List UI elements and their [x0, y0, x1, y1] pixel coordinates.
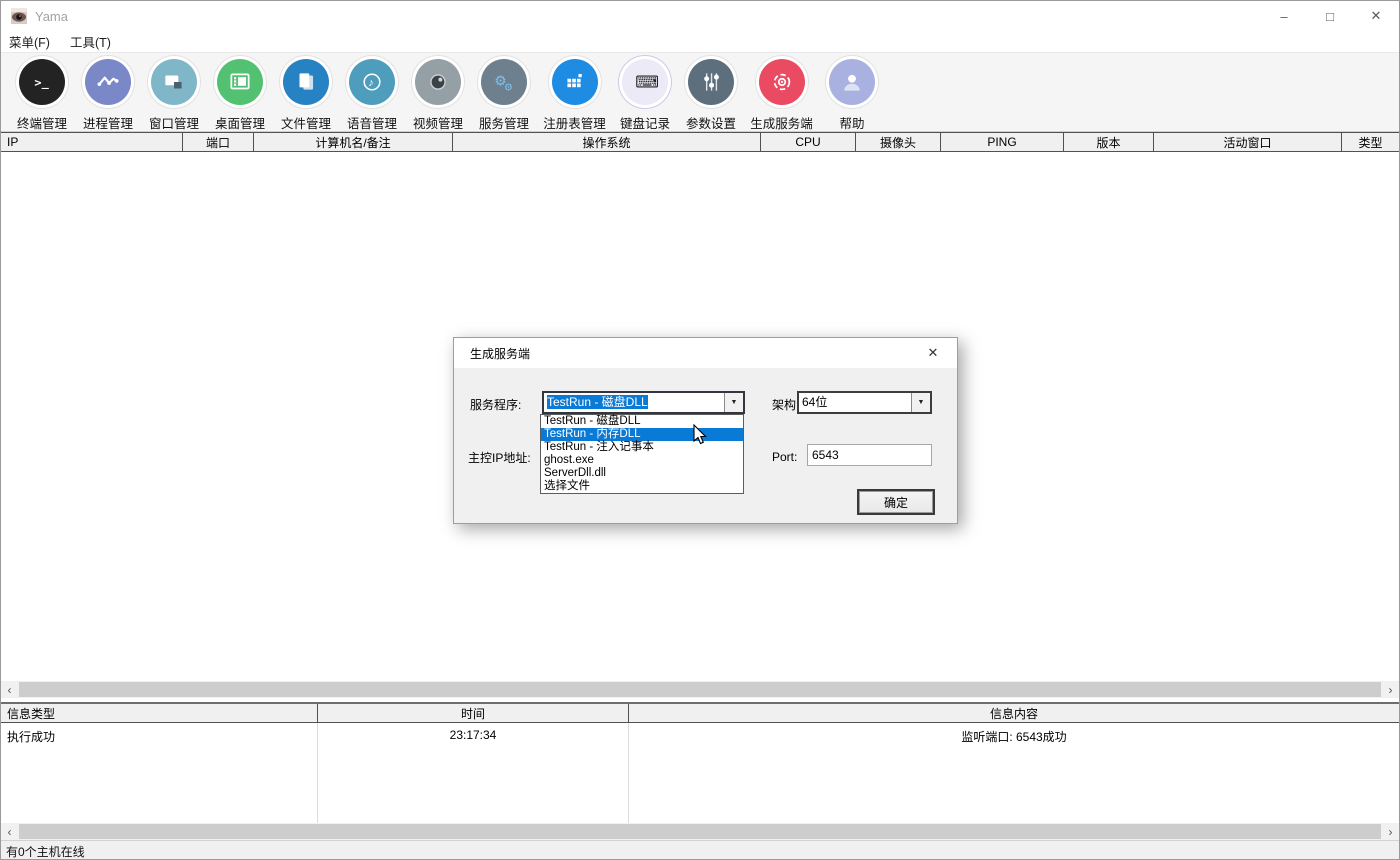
- toolbar-button-voice-management[interactable]: ♪ 语音管理: [340, 53, 404, 132]
- ok-button[interactable]: 确定: [857, 489, 935, 515]
- column-header-time[interactable]: 时间: [318, 704, 629, 722]
- column-header-ping[interactable]: PING: [941, 133, 1064, 151]
- terminal-icon: >_: [19, 59, 65, 105]
- log-hscrollbar[interactable]: ‹ ›: [1, 823, 1399, 840]
- dropdown-item[interactable]: TestRun - 注入记事本: [541, 441, 743, 454]
- master-ip-label: 主控IP地址:: [468, 449, 531, 466]
- column-header-cpu[interactable]: CPU: [761, 133, 856, 151]
- keyboard-icon: ⌨: [622, 59, 668, 105]
- sliders-icon: [688, 59, 734, 105]
- scroll-left-icon[interactable]: ‹: [1, 681, 18, 698]
- dialog-title-bar: 生成服务端 ✕: [454, 338, 957, 368]
- scroll-right-icon[interactable]: ›: [1382, 681, 1399, 698]
- window-title: Yama: [35, 9, 68, 24]
- dropdown-item[interactable]: ServerDll.dll: [541, 467, 743, 480]
- column-header-ip[interactable]: IP: [1, 133, 183, 151]
- scrollbar-thumb[interactable]: [19, 682, 1381, 697]
- close-button[interactable]: ✕: [1353, 1, 1399, 31]
- voice-icon: ♪: [349, 59, 395, 105]
- column-header-port[interactable]: 端口: [183, 133, 254, 151]
- column-header-computer-name[interactable]: 计算机名/备注: [254, 133, 453, 151]
- toolbar-button-file-management[interactable]: 文件管理: [274, 53, 338, 132]
- file-icon: [283, 59, 329, 105]
- arch-combobox[interactable]: 64位 ▼: [797, 391, 932, 414]
- dropdown-item-highlighted[interactable]: TestRun - 内存DLL: [541, 428, 743, 441]
- column-header-info-content[interactable]: 信息内容: [629, 704, 1399, 722]
- svg-text:>_: >_: [34, 75, 49, 90]
- column-header-camera[interactable]: 摄像头: [856, 133, 941, 151]
- toolbar-button-service-management[interactable]: ⚙⚙ 服务管理: [472, 53, 536, 132]
- log-table-body: 执行成功 23:17:34 监听端口: 6543成功: [1, 723, 1399, 823]
- desktop-icon: [217, 59, 263, 105]
- service-program-value: TestRun - 磁盘DLL: [547, 395, 648, 409]
- arch-value: 64位: [799, 393, 911, 412]
- column-header-version[interactable]: 版本: [1064, 133, 1154, 151]
- toolbar-button-generate-server[interactable]: 生成服务端: [745, 53, 818, 132]
- log-table-header: 信息类型 时间 信息内容: [1, 704, 1399, 723]
- toolbar: >_ 终端管理 进程管理 窗口管理 桌面管理 文件管理: [1, 53, 1399, 132]
- scroll-right-icon[interactable]: ›: [1382, 823, 1399, 840]
- chevron-down-icon[interactable]: ▼: [724, 393, 743, 412]
- menu-bar: 菜单(F) 工具(T): [1, 31, 1399, 53]
- svg-text:⌨: ⌨: [635, 73, 658, 91]
- toolbar-button-video-management[interactable]: 视频管理: [406, 53, 470, 132]
- svg-text:⚙: ⚙: [504, 83, 513, 94]
- dropdown-item[interactable]: 选择文件: [541, 480, 743, 493]
- app-icon: [11, 8, 27, 24]
- column-header-os[interactable]: 操作系统: [453, 133, 761, 151]
- app-window: Yama – □ ✕ 菜单(F) 工具(T) >_ 终端管理 进程管理: [0, 0, 1400, 860]
- dropdown-item[interactable]: TestRun - 磁盘DLL: [541, 415, 743, 428]
- scroll-left-icon[interactable]: ‹: [1, 823, 18, 840]
- minimize-button[interactable]: –: [1261, 1, 1307, 31]
- toolbar-button-settings[interactable]: 参数设置: [679, 53, 743, 132]
- video-icon: [415, 59, 461, 105]
- maximize-button[interactable]: □: [1307, 1, 1353, 31]
- window-icon: [151, 59, 197, 105]
- dialog-close-icon[interactable]: ✕: [919, 338, 947, 368]
- toolbar-button-desktop-management[interactable]: 桌面管理: [208, 53, 272, 132]
- port-label: Port:: [772, 450, 797, 464]
- toolbar-button-keylogger[interactable]: ⌨ 键盘记录: [613, 53, 677, 132]
- person-icon: [829, 59, 875, 105]
- log-row-cell-type: 执行成功: [1, 723, 318, 823]
- online-hosts-status: 有0个主机在线: [1, 843, 85, 860]
- toolbar-button-process-management[interactable]: 进程管理: [76, 53, 140, 132]
- scrollbar-thumb[interactable]: [19, 824, 1381, 839]
- title-bar: Yama – □ ✕: [1, 1, 1399, 31]
- toolbar-button-registry-management[interactable]: 注册表管理: [538, 53, 611, 132]
- status-bar: 有0个主机在线: [1, 840, 1399, 860]
- menu-item-tools[interactable]: 工具(T): [60, 31, 121, 52]
- dialog-title: 生成服务端: [470, 345, 530, 362]
- toolbar-button-terminal-management[interactable]: >_ 终端管理: [10, 53, 74, 132]
- target-icon: [759, 59, 805, 105]
- column-header-info-type[interactable]: 信息类型: [1, 704, 318, 722]
- service-program-combobox[interactable]: TestRun - 磁盘DLL ▼: [542, 391, 745, 414]
- host-list-hscrollbar[interactable]: ‹ ›: [1, 681, 1399, 698]
- service-program-dropdown: TestRun - 磁盘DLL TestRun - 内存DLL TestRun …: [540, 414, 744, 494]
- service-program-label: 服务程序:: [470, 396, 521, 413]
- menu-item-file[interactable]: 菜单(F): [1, 31, 60, 52]
- dropdown-item[interactable]: ghost.exe: [541, 454, 743, 467]
- host-table-header: IP 端口 计算机名/备注 操作系统 CPU 摄像头 PING 版本 活动窗口 …: [1, 132, 1399, 152]
- column-header-active-window[interactable]: 活动窗口: [1154, 133, 1342, 151]
- services-icon: ⚙⚙: [481, 59, 527, 105]
- toolbar-button-help[interactable]: 帮助: [820, 53, 884, 132]
- arch-label: 架构:: [772, 396, 799, 413]
- log-row-cell-time: 23:17:34: [318, 723, 629, 823]
- registry-icon: [552, 59, 598, 105]
- mouse-cursor: [693, 424, 708, 446]
- toolbar-button-window-management[interactable]: 窗口管理: [142, 53, 206, 132]
- chevron-down-icon[interactable]: ▼: [911, 393, 930, 412]
- column-header-type[interactable]: 类型: [1342, 133, 1399, 151]
- process-icon: [85, 59, 131, 105]
- log-row-cell-content: 监听端口: 6543成功: [629, 723, 1399, 823]
- svg-text:♪: ♪: [368, 77, 373, 89]
- port-input[interactable]: 6543: [807, 444, 932, 466]
